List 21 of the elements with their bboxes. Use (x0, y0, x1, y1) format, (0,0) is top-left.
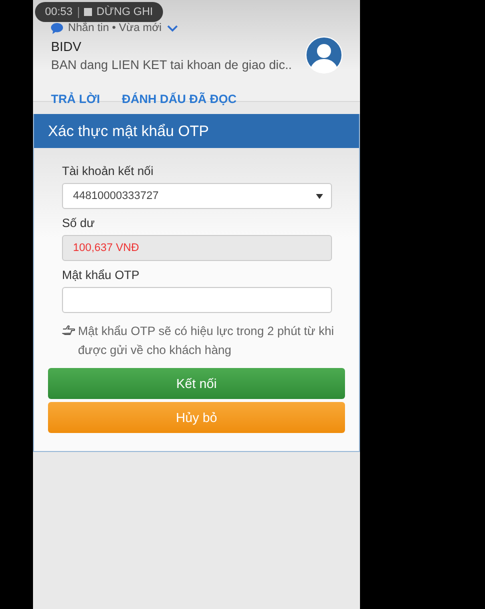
recording-time: 00:53 (45, 6, 73, 18)
chevron-down-icon[interactable] (166, 24, 178, 32)
cancel-button[interactable]: Hủy bỏ (48, 402, 345, 433)
field-label: Tài khoản kết nối (62, 164, 154, 178)
recording-pill[interactable]: 00:53 DỪNG GHI (35, 2, 163, 22)
field-label: Mật khẩu OTP (62, 268, 140, 282)
stop-icon (84, 8, 92, 16)
field-label: Số dư (62, 216, 96, 230)
chat-bubble-icon (51, 22, 63, 34)
dialog-title: Xác thực mật khẩu OTP (48, 122, 209, 140)
message-preview: BAN dang LIEN KET tai khoan de giao dic.. (51, 58, 292, 72)
otp-input[interactable] (62, 287, 332, 313)
balance-field: 100,637 VNĐ (62, 235, 332, 261)
app-name: Nhắn tin • Vừa mới (68, 22, 162, 34)
stop-recording-label: DỪNG GHI (96, 6, 153, 18)
sender-name: BIDV (51, 38, 82, 54)
otp-hint: Mật khẩu OTP sẽ có hiệu lực trong 2 phút từ khi được gửi về cho khách hàng (78, 323, 335, 359)
avatar-icon (305, 36, 343, 74)
dropdown-caret-icon (316, 194, 323, 198)
account-select[interactable]: 44810000333727 (62, 183, 332, 209)
connect-button[interactable]: Kết nối (48, 368, 345, 399)
